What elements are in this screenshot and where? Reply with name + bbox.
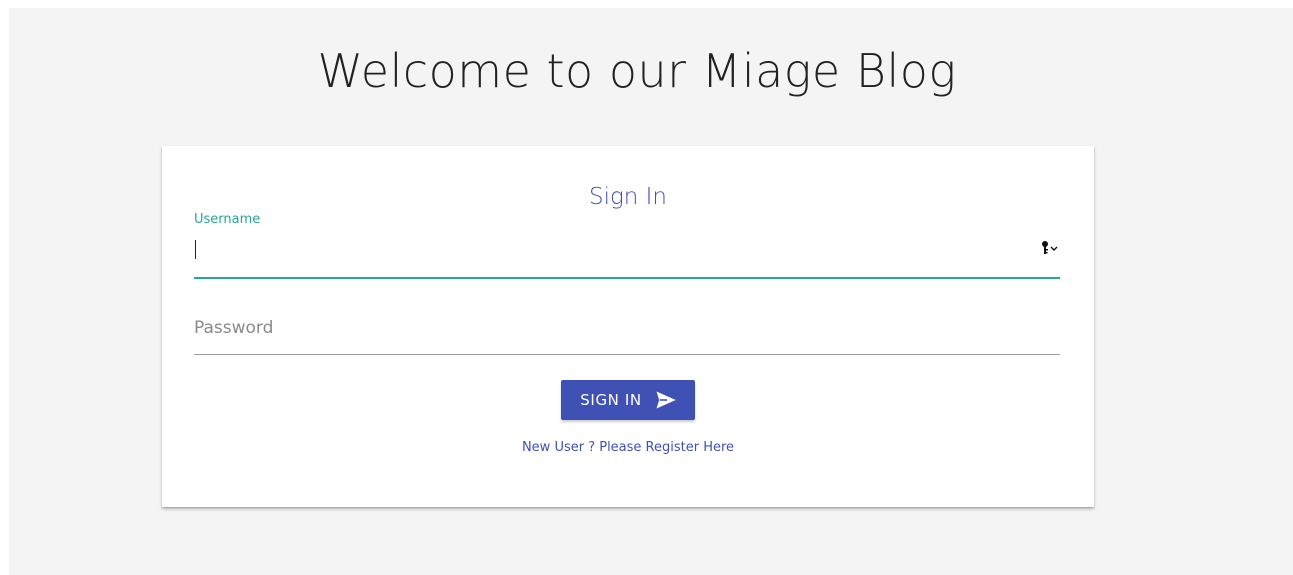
username-input[interactable]	[194, 234, 1034, 264]
password-input[interactable]	[194, 314, 1060, 346]
send-icon	[656, 391, 676, 409]
username-field: Username	[194, 212, 1060, 280]
text-caret	[195, 240, 196, 259]
signin-button[interactable]: SIGN IN	[561, 380, 695, 420]
username-underline	[194, 277, 1060, 279]
login-card: Sign In Username Password SIGN IN New Us…	[162, 146, 1094, 507]
page-background: Welcome to our Miage Blog Sign In Userna…	[9, 8, 1293, 575]
page-title: Welcome to our Miage Blog	[317, 44, 957, 98]
signin-button-label: SIGN IN	[580, 391, 642, 409]
register-link[interactable]: New User ? Please Register Here	[162, 440, 1094, 455]
username-label: Username	[194, 212, 261, 227]
key-icon[interactable]	[1040, 240, 1060, 256]
card-title: Sign In	[588, 184, 668, 210]
password-field: Password	[194, 308, 1060, 358]
password-underline	[194, 354, 1060, 355]
